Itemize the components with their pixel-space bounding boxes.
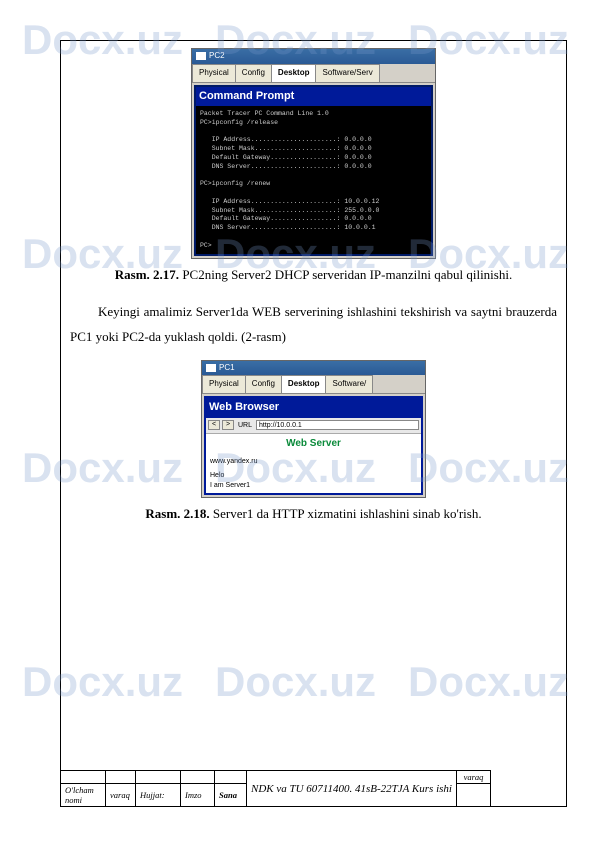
- window-title: PC1: [219, 362, 235, 375]
- terminal-output[interactable]: Packet Tracer PC Command Line 1.0 PC>ipc…: [196, 106, 431, 254]
- app-icon: [206, 364, 216, 372]
- window-tabs: Physical Config Desktop Software/: [202, 375, 425, 394]
- page-line: I am Server1: [210, 481, 417, 491]
- figure-caption-1: Rasm. 2.17. PC2ning Server2 DHCP serveri…: [70, 265, 557, 286]
- caption-text: PC2ning Server2 DHCP serveridan IP-manzi…: [179, 267, 512, 282]
- tab-software[interactable]: Software/: [325, 375, 373, 393]
- tab-software[interactable]: Software/Serv: [315, 64, 379, 82]
- tab-physical[interactable]: Physical: [202, 375, 246, 393]
- figure-caption-2: Rasm. 2.18. Server1 da HTTP xizmatini is…: [70, 504, 557, 525]
- body-paragraph: Keyingi amalimiz Server1da WEB serverini…: [70, 300, 557, 349]
- command-prompt-panel: Command Prompt Packet Tracer PC Command …: [194, 85, 433, 257]
- tab-config[interactable]: Config: [245, 375, 282, 393]
- web-browser-panel: Web Browser < > URL http://10.0.0.1 Web …: [204, 396, 423, 495]
- title-block-table: NDK va TU 60711400. 41sB-22TJA Kurs ishi…: [60, 770, 491, 807]
- screenshot-pc2-command-prompt: PC2 Physical Config Desktop Software/Ser…: [191, 48, 436, 259]
- footer-cell-olcham: O'lcham nomi: [61, 784, 106, 807]
- footer-cell-sana: Sana: [215, 784, 247, 807]
- footer-cell-hujjat: Hujjat:: [136, 784, 181, 807]
- tab-desktop[interactable]: Desktop: [271, 64, 317, 82]
- caption-label: Rasm. 2.18.: [145, 506, 209, 521]
- app-icon: [196, 52, 206, 60]
- back-button[interactable]: <: [208, 420, 220, 430]
- footer-cell-varaq: varaq: [106, 784, 136, 807]
- panel-title: Command Prompt: [196, 87, 431, 107]
- browser-viewport: < > URL http://10.0.0.1 Web Server www.y…: [206, 418, 421, 494]
- varaq-label: varaq: [456, 771, 490, 784]
- window-title: PC2: [209, 50, 225, 63]
- page-content: PC2 Physical Config Desktop Software/Ser…: [70, 48, 557, 539]
- page-line: Helo: [210, 471, 417, 481]
- browser-toolbar: < > URL http://10.0.0.1: [206, 418, 421, 434]
- window-tabs: Physical Config Desktop Software/Serv: [192, 64, 435, 83]
- tab-physical[interactable]: Physical: [192, 64, 236, 82]
- tab-desktop[interactable]: Desktop: [281, 375, 327, 393]
- url-label: URL: [236, 420, 254, 431]
- window-titlebar: PC2: [192, 49, 435, 64]
- document-title: NDK va TU 60711400. 41sB-22TJA Kurs ishi: [247, 771, 457, 807]
- caption-text: Server1 da HTTP xizmatini ishlashini sin…: [210, 506, 482, 521]
- page-line: www.yandex.ru: [210, 457, 417, 467]
- page-number-cell: [456, 784, 490, 807]
- page-body: www.yandex.ru Helo I am Server1: [206, 454, 421, 493]
- page-heading: Web Server: [206, 436, 421, 452]
- url-input[interactable]: http://10.0.0.1: [256, 420, 419, 430]
- tab-config[interactable]: Config: [235, 64, 272, 82]
- panel-title: Web Browser: [206, 398, 421, 418]
- caption-label: Rasm. 2.17.: [115, 267, 179, 282]
- screenshot-pc1-web-browser: PC1 Physical Config Desktop Software/ We…: [201, 360, 426, 499]
- window-titlebar: PC1: [202, 361, 425, 376]
- footer-cell-imzo: Imzo: [181, 784, 215, 807]
- forward-button[interactable]: >: [222, 420, 234, 430]
